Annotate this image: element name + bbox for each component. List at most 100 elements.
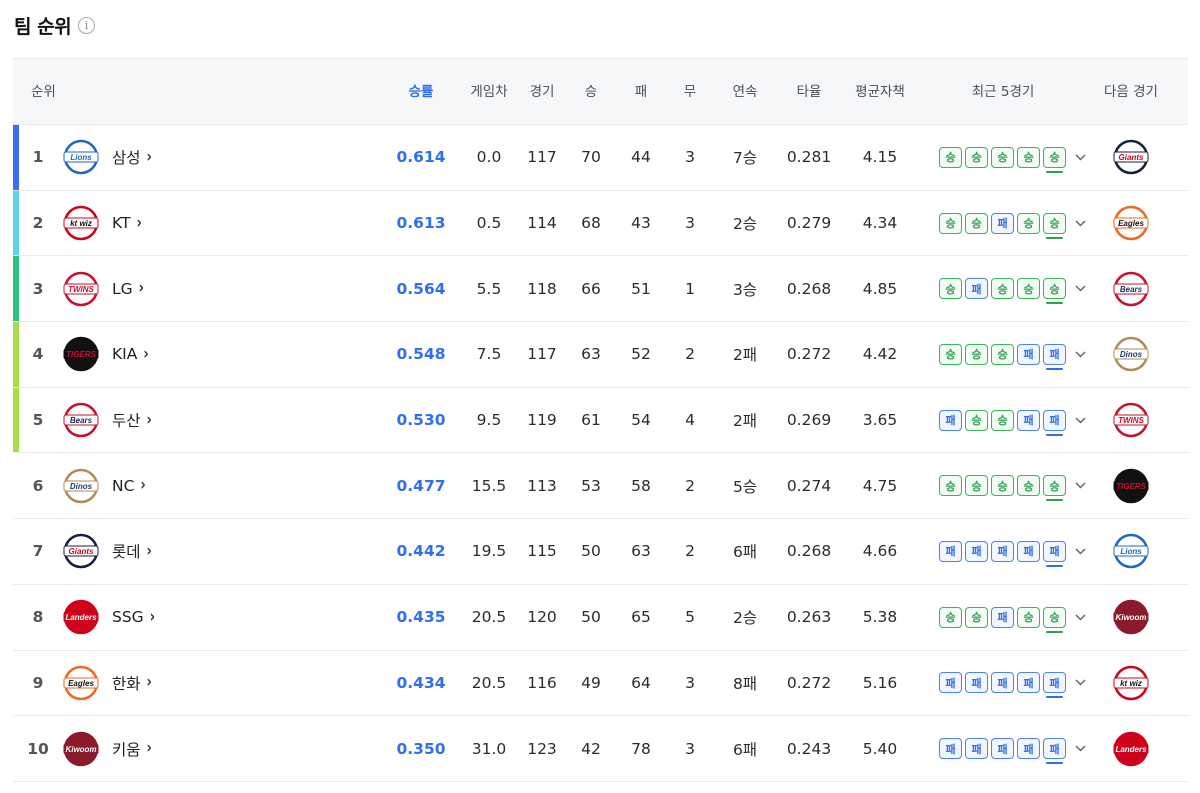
team-link[interactable]: 키움 › (112, 716, 222, 781)
chevron-down-icon[interactable] (1074, 151, 1086, 163)
wins: 50 (581, 542, 601, 561)
team-link[interactable]: KT › (112, 191, 222, 256)
table-row[interactable]: 4 TIGERS KIA › 0.548 7.5 117 63 52 2 2패 0.272 4.… (13, 322, 1188, 388)
era: 3.65 (862, 411, 898, 430)
table-row[interactable]: 5 Bears 두산 › 0.530 9.5 119 61 54 4 2패 0.269 3.65… (13, 387, 1188, 454)
col-streak[interactable]: 연속 (718, 59, 772, 125)
chevron-right-icon: › (143, 344, 149, 365)
svg-text:Dinos: Dinos (1120, 350, 1143, 359)
recent-game-result: 승 (991, 475, 1014, 497)
next-opponent-logo-icon[interactable]: TWINS (1111, 388, 1151, 453)
recent-5-games: 승패승승승 (939, 256, 1089, 321)
recent-5-games: 승승패승승 (939, 191, 1089, 256)
win-pct: 0.434 (396, 673, 446, 692)
wins: 70 (581, 148, 601, 167)
svg-text:Landers: Landers (1115, 745, 1147, 754)
team-link[interactable]: LG › (112, 256, 222, 321)
recent-5-games: 승승패승승 (939, 585, 1089, 650)
next-opponent-logo-icon[interactable]: Eagles (1111, 191, 1151, 256)
team-link[interactable]: 삼성 › (112, 125, 222, 190)
batting-avg: 0.268 (786, 279, 832, 298)
table-row[interactable]: 6 Dinos NC › 0.477 15.5 113 53 58 2 5승 0.274 4.7… (13, 453, 1188, 520)
chevron-down-icon[interactable] (1074, 414, 1086, 426)
table-row[interactable]: 3 TWINS LG › 0.564 5.5 118 66 51 1 3승 0.268 4.85… (13, 256, 1188, 323)
wins: 66 (581, 279, 601, 298)
recent-game-result: 패 (1043, 738, 1066, 765)
col-wins[interactable]: 승 (571, 59, 611, 125)
losses: 64 (631, 673, 651, 692)
svg-text:Bears: Bears (1120, 285, 1143, 294)
col-win-pct[interactable]: 승률 (393, 59, 449, 125)
col-draws[interactable]: 무 (670, 59, 710, 125)
team-link[interactable]: 한화 › (112, 651, 222, 716)
era: 4.42 (862, 345, 898, 364)
col-games-behind[interactable]: 게임차 (461, 59, 517, 125)
next-opponent-logo-icon[interactable]: Landers (1111, 716, 1151, 781)
batting-avg: 0.279 (786, 214, 832, 233)
next-opponent-logo-icon[interactable]: Dinos (1111, 322, 1151, 387)
recent-5-games: 승승승패패 (939, 322, 1089, 387)
recent-game-result: 승 (1043, 475, 1066, 502)
win-pct: 0.530 (396, 411, 446, 430)
chevron-down-icon[interactable] (1074, 480, 1086, 492)
era: 4.15 (862, 148, 898, 167)
batting-avg: 0.272 (786, 345, 832, 364)
recent-game-result: 패 (1043, 672, 1066, 699)
chevron-down-icon[interactable] (1074, 217, 1086, 229)
table-row[interactable]: 9 Eagles 한화 › 0.434 20.5 116 49 64 3 8패 0.272 5.… (13, 651, 1188, 717)
col-losses[interactable]: 패 (621, 59, 661, 125)
chevron-right-icon: › (146, 673, 152, 693)
info-icon[interactable]: i (78, 16, 96, 34)
rank-indicator-bar (13, 256, 19, 322)
team-link[interactable]: 두산 › (112, 388, 222, 453)
recent-game-result: 승 (965, 606, 988, 628)
col-era[interactable]: 평균자책 (845, 59, 915, 125)
team-logo-icon: TIGERS (62, 322, 100, 387)
streak: 6패 (732, 543, 758, 562)
wins: 61 (581, 411, 601, 430)
chevron-down-icon[interactable] (1074, 545, 1086, 557)
table-row[interactable]: 2 kt wiz KT › 0.613 0.5 114 68 43 3 2승 0.279 4.3… (13, 190, 1188, 257)
table-row[interactable]: 10 Kiwoom 키움 › 0.350 31.0 123 42 78 3 6패 0.243 5… (13, 716, 1188, 782)
era: 5.40 (862, 739, 898, 758)
team-link[interactable]: SSG › (112, 585, 222, 650)
team-logo-icon: Bears (62, 388, 100, 453)
team-link[interactable]: NC › (112, 453, 222, 518)
chevron-down-icon[interactable] (1074, 283, 1086, 295)
col-rank[interactable]: 순위 (31, 59, 61, 125)
chevron-down-icon[interactable] (1074, 677, 1086, 689)
next-opponent-logo-icon[interactable]: Kiwoom (1111, 585, 1151, 650)
losses: 52 (631, 345, 651, 364)
chevron-right-icon: › (149, 607, 156, 627)
chevron-down-icon[interactable] (1074, 348, 1086, 360)
era: 4.66 (862, 542, 898, 561)
recent-game-result: 승 (1017, 475, 1040, 497)
recent-5-games: 패패패패패 (939, 716, 1089, 781)
recent-game-result: 패 (1017, 343, 1040, 365)
win-pct: 0.548 (396, 345, 446, 364)
col-batting-avg[interactable]: 타율 (781, 59, 837, 125)
team-link[interactable]: KIA › (112, 322, 222, 387)
svg-text:TWINS: TWINS (1118, 416, 1144, 425)
wins: 49 (581, 673, 601, 692)
next-opponent-logo-icon[interactable]: kt wiz (1111, 651, 1151, 716)
chevron-down-icon[interactable] (1074, 743, 1086, 755)
table-row[interactable]: 1 Lions 삼성 › 0.614 0.0 117 70 44 3 7승 0.281 4.15… (13, 125, 1188, 191)
col-recent-5: 최근 5경기 (971, 84, 1035, 100)
svg-text:kt wiz: kt wiz (70, 219, 92, 228)
era: 4.85 (862, 279, 898, 298)
recent-game-result: 패 (991, 672, 1014, 694)
chevron-down-icon[interactable] (1074, 611, 1086, 623)
recent-game-result: 패 (939, 540, 962, 562)
table-row[interactable]: 8 Landers SSG › 0.435 20.5 120 50 65 5 2승 0.263… (13, 585, 1188, 651)
table-row[interactable]: 7 Giants 롯데 › 0.442 19.5 115 50 63 2 6패 0.268 4.… (13, 519, 1188, 585)
next-opponent-logo-icon[interactable]: TIGERS (1111, 453, 1151, 518)
recent-game-result: 승 (939, 278, 962, 300)
games: 120 (527, 608, 557, 627)
recent-5-games: 패승승패패 (939, 388, 1089, 453)
next-opponent-logo-icon[interactable]: Giants (1111, 125, 1151, 190)
next-opponent-logo-icon[interactable]: Bears (1111, 256, 1151, 321)
next-opponent-logo-icon[interactable]: Lions (1111, 519, 1151, 584)
team-link[interactable]: 롯데 › (112, 519, 222, 584)
col-games[interactable]: 경기 (519, 59, 565, 125)
